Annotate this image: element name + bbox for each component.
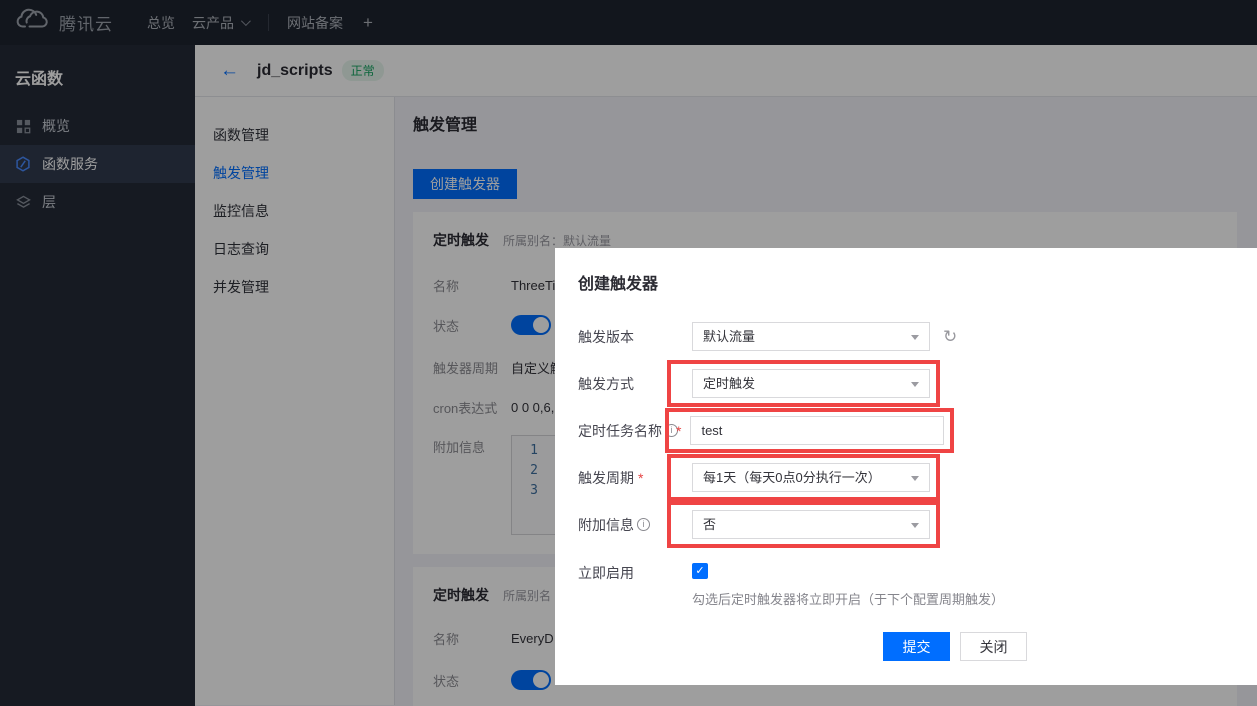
enable-now-row: 立即启用 勾选后定时触发器将立即开启（于下个配置周期触发） [578,563,1257,608]
field-label: 立即启用 [578,563,692,583]
task-name-row: 定时任务名称 * [578,407,1257,454]
field-control: 默认流量 [692,322,957,351]
modal-footer: 提交 关闭 [883,632,1027,661]
task-name-input[interactable] [690,416,944,445]
required-asterisk: * [638,470,643,486]
create-trigger-modal: 创建触发器 触发版本 默认流量 触发方式 定时触发 [555,248,1257,685]
info-icon[interactable] [637,518,650,531]
extra-info-select[interactable]: 否 [692,510,930,539]
trigger-period-row: 触发周期 * 每1天（每天0点0分执行一次） [578,454,1257,501]
trigger-period-select[interactable]: 每1天（每天0点0分执行一次） [692,463,930,492]
field-label: 触发版本 [578,327,692,347]
extra-info-row: 附加信息 否 [578,501,1257,548]
trigger-method-select[interactable]: 定时触发 [692,369,930,398]
trigger-version-select[interactable]: 默认流量 [692,322,930,351]
trigger-method-row: 触发方式 定时触发 [578,360,1257,407]
annotation-highlight-box: 每1天（每天0点0分执行一次） [667,454,940,501]
submit-button[interactable]: 提交 [883,632,950,661]
annotation-highlight-box: * [665,408,954,453]
refresh-icon[interactable] [943,327,957,347]
annotation-highlight-box: 否 [667,501,940,548]
enable-control: 勾选后定时触发器将立即开启（于下个配置周期触发） [692,563,1004,608]
annotation-highlight-box: 定时触发 [667,360,940,407]
modal-form: 触发版本 默认流量 触发方式 定时触发 定时任务名称 [578,313,1257,608]
enable-now-checkbox[interactable] [692,563,708,579]
required-asterisk: * [676,423,681,439]
trigger-version-row: 触发版本 默认流量 [578,313,1257,360]
enable-help-text: 勾选后定时触发器将立即开启（于下个配置周期触发） [692,589,1004,608]
app-root: 腾讯云 总览 云产品 网站备案 + 云函数 [0,0,1257,706]
modal-title: 创建触发器 [578,270,1257,294]
close-button[interactable]: 关闭 [960,632,1027,661]
